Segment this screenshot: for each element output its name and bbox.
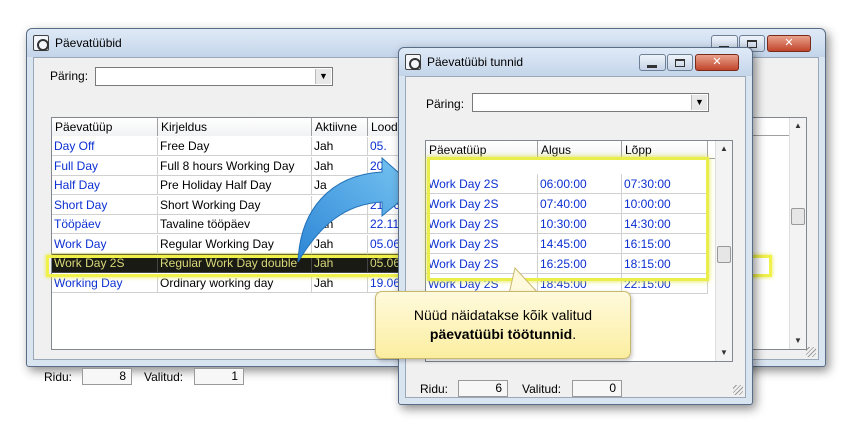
scroll-thumb[interactable] xyxy=(717,246,731,263)
main-window-title: Päevatüübid xyxy=(55,36,122,50)
detail-close-button[interactable]: ✕ xyxy=(695,54,739,71)
scroll-down-icon[interactable]: ▼ xyxy=(716,345,732,361)
detail-vertical-scrollbar[interactable]: ▲ ▼ xyxy=(715,141,732,361)
callout-line2-bold: päevatüübi töötunnid xyxy=(429,326,573,342)
chevron-down-icon[interactable]: ▼ xyxy=(691,95,707,110)
minimize-icon xyxy=(647,65,657,68)
resize-grip[interactable] xyxy=(733,385,743,395)
selected-count: 1 xyxy=(194,368,244,385)
table-cell-desc: Full 8 hours Working Day xyxy=(158,156,312,176)
table-cell-desc: Regular Working Day xyxy=(158,234,312,254)
table-cell-type: Work Day xyxy=(52,234,158,254)
scroll-thumb[interactable] xyxy=(791,208,805,225)
rows-label: Ridu: xyxy=(44,370,73,384)
detail-maximize-button[interactable] xyxy=(667,54,693,71)
chevron-down-icon[interactable]: ▼ xyxy=(315,69,331,84)
detail-rows-highlight xyxy=(427,157,709,281)
detail-selected-count: 0 xyxy=(572,380,622,397)
scroll-up-icon[interactable]: ▲ xyxy=(790,118,806,134)
table-cell-type: Tööpäev xyxy=(52,215,158,234)
maximize-icon xyxy=(675,59,685,67)
query-label: Päring: xyxy=(50,69,89,83)
close-button[interactable]: ✕ xyxy=(767,35,811,52)
detail-selected-label: Valitud: xyxy=(522,382,562,396)
query-combobox[interactable]: ▼ xyxy=(95,67,333,86)
col-header-description[interactable]: Kirjeldus xyxy=(158,118,312,136)
detail-minimize-button[interactable] xyxy=(639,54,666,71)
detail-titlebar[interactable]: Päevatüübi tunnid ✕ xyxy=(399,48,752,76)
detail-query-combobox[interactable]: ▼ xyxy=(472,93,709,112)
resize-grip[interactable] xyxy=(806,347,816,357)
table-cell-desc: Pre Holiday Half Day xyxy=(158,176,312,195)
scroll-down-icon[interactable]: ▼ xyxy=(790,333,806,349)
main-vertical-scrollbar[interactable]: ▲ ▼ xyxy=(789,118,806,349)
selected-label: Valitud: xyxy=(144,370,184,384)
table-cell-type: Full Day xyxy=(52,156,158,176)
app-icon xyxy=(405,54,421,70)
table-cell-desc: Free Day xyxy=(158,137,312,156)
table-cell-type: Half Day xyxy=(52,176,158,195)
table-cell-desc: Short Working Day xyxy=(158,195,312,215)
callout-line2: päevatüübi töötunnid. xyxy=(376,325,630,344)
close-icon: ✕ xyxy=(784,37,794,49)
detail-rows-count: 6 xyxy=(458,380,508,397)
col-header-type[interactable]: Päevatüüp xyxy=(52,118,158,136)
detail-window-title: Päevatüübi tunnid xyxy=(427,55,524,69)
scroll-up-icon[interactable]: ▲ xyxy=(716,141,732,157)
rows-count: 8 xyxy=(82,368,132,385)
callout-line2-tail: . xyxy=(572,326,577,342)
callout-note: Nüüd näidatakse kõik valitud päevatüübi … xyxy=(375,291,631,359)
table-cell-desc: Tavaline tööpäev xyxy=(158,215,312,234)
detail-rows-label: Ridu: xyxy=(420,382,449,396)
app-icon xyxy=(33,35,49,51)
close-icon: ✕ xyxy=(712,56,722,68)
callout-line1: Nüüd näidatakse kõik valitud xyxy=(413,307,593,323)
table-cell-type: Day Off xyxy=(52,137,158,156)
detail-query-label: Päring: xyxy=(426,97,465,111)
table-cell-type: Short Day xyxy=(52,195,158,215)
